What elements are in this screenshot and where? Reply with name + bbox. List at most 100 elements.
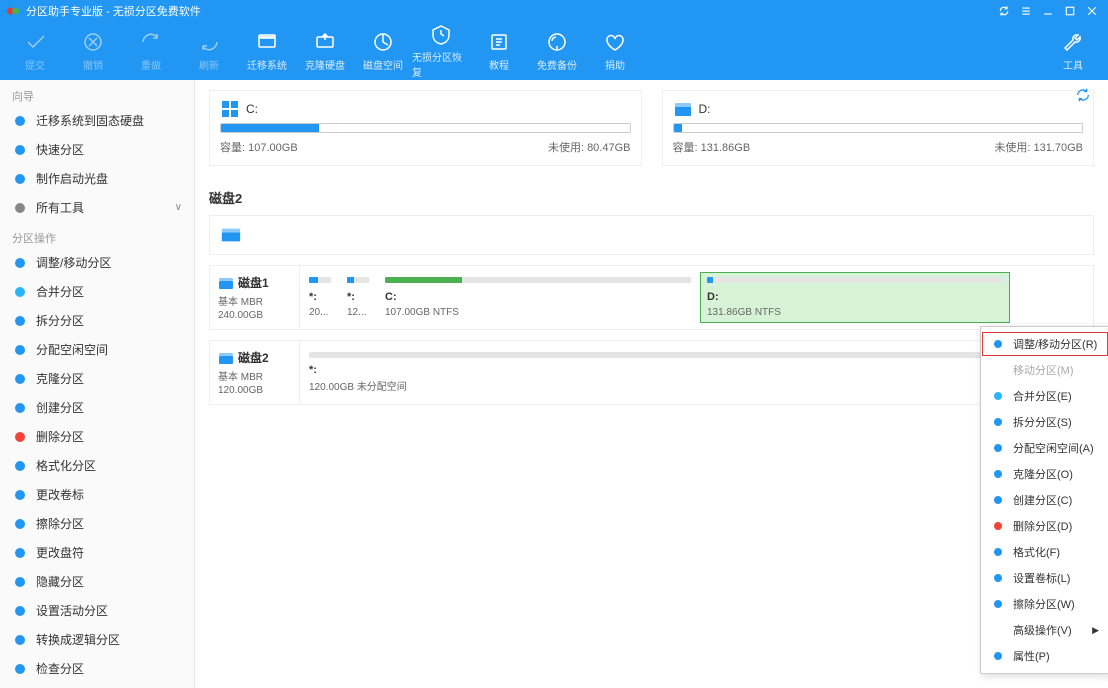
sidebar-item-bootdisc[interactable]: 制作启动光盘 xyxy=(0,164,194,193)
toolbar-recover[interactable]: 无损分区恢复 xyxy=(412,22,470,80)
create-icon xyxy=(991,493,1005,507)
create-icon xyxy=(12,400,28,416)
sidebar-item-allocate[interactable]: 分配空闲空间 xyxy=(0,335,194,364)
split-icon xyxy=(991,415,1005,429)
ctx-label: 拆分分区(S) xyxy=(1013,414,1072,430)
sidebar-item-convert[interactable]: 转换成逻辑分区 xyxy=(0,625,194,654)
sidebar-item-merge[interactable]: 合并分区 xyxy=(0,277,194,306)
ctx-prop[interactable]: 属性(P) xyxy=(981,643,1108,669)
minimize-icon[interactable] xyxy=(1038,1,1058,21)
sidebar-item-check[interactable]: 检查分区 xyxy=(0,654,194,683)
ctx-label[interactable]: 设置卷标(L) xyxy=(981,565,1108,591)
sidebar-group: 向导 xyxy=(0,80,194,106)
sidebar-item-active[interactable]: 设置活动分区 xyxy=(0,596,194,625)
delete-icon xyxy=(991,519,1005,533)
partition[interactable]: *:120.00GB 未分配空间 xyxy=(302,347,1012,398)
sync-icon[interactable] xyxy=(994,1,1014,21)
toolbar-redo[interactable]: 重做 xyxy=(122,22,180,80)
disk-parts: *:20...*:12...C:107.00GB NTFSD:131.86GB … xyxy=(300,266,1093,329)
sidebar-item-wipe[interactable]: 擦除分区 xyxy=(0,509,194,538)
disk-info[interactable]: 磁盘1基本 MBR240.00GB xyxy=(210,266,300,329)
disk-parts: *:120.00GB 未分配空间 xyxy=(300,341,1093,404)
sidebar-item-label: 创建分区 xyxy=(36,399,84,416)
disk-info[interactable]: 磁盘2基本 MBR120.00GB xyxy=(210,341,300,404)
ctx-merge[interactable]: 合并分区(E) xyxy=(981,383,1108,409)
sidebar-item-label: 格式化分区 xyxy=(36,457,96,474)
ctx-split[interactable]: 拆分分区(S) xyxy=(981,409,1108,435)
partition-size: 131.86GB NTFS xyxy=(707,307,1003,318)
toolbar-apply[interactable]: 提交 xyxy=(6,22,64,80)
ctx-resize[interactable]: 调整/移动分区(R) xyxy=(981,331,1108,357)
apply-icon xyxy=(24,31,46,53)
sidebar-item-migrate[interactable]: 迁移系统到固态硬盘 xyxy=(0,106,194,135)
sidebar-item-format[interactable]: 格式化分区 xyxy=(0,451,194,480)
ctx-clone[interactable]: 克隆分区(O) xyxy=(981,461,1108,487)
ctx-label: 擦除分区(W) xyxy=(1013,596,1075,612)
drive-card[interactable]: C: 容量: 107.00GB未使用: 80.47GB xyxy=(209,90,642,166)
toolbar-refresh[interactable]: 刷新 xyxy=(180,22,238,80)
toolbar-clone[interactable]: 克隆硬盘 xyxy=(296,22,354,80)
sidebar-item-create[interactable]: 创建分区 xyxy=(0,393,194,422)
sidebar-item-label: 擦除分区 xyxy=(36,515,84,532)
sidebar-item-label: 快速分区 xyxy=(36,141,84,158)
adv-icon xyxy=(991,623,1005,637)
hide-icon xyxy=(12,574,28,590)
ctx-label: 创建分区(C) xyxy=(1013,492,1072,508)
sidebar-item-label: 迁移系统到固态硬盘 xyxy=(36,112,144,129)
donate-icon xyxy=(604,31,626,53)
drive-card[interactable]: D: 容量: 131.86GB未使用: 131.70GB xyxy=(662,90,1095,166)
check-icon xyxy=(12,661,28,677)
toolbar-diskspace[interactable]: 磁盘空间 xyxy=(354,22,412,80)
toolbar-sysmig[interactable]: 迁移系统 xyxy=(238,22,296,80)
disk-size: 240.00GB xyxy=(218,310,295,321)
toolbar-label: 捐助 xyxy=(605,57,625,72)
ctx-allocate[interactable]: 分配空闲空间(A) xyxy=(981,435,1108,461)
sidebar-item-delete[interactable]: 删除分区 xyxy=(0,422,194,451)
ctx-create[interactable]: 创建分区(C) xyxy=(981,487,1108,513)
sidebar-item-changeletter[interactable]: 更改盘符 xyxy=(0,538,194,567)
sidebar-item-resize[interactable]: 调整/移动分区 xyxy=(0,248,194,277)
toolbar-donate[interactable]: 捐助 xyxy=(586,22,644,80)
ctx-label: 移动分区(M) xyxy=(1013,362,1074,378)
sidebar-item-split[interactable]: 拆分分区 xyxy=(0,306,194,335)
resize-icon xyxy=(12,255,28,271)
ctx-label: 克隆分区(O) xyxy=(1013,466,1073,482)
toolbar-tools[interactable]: 工具 xyxy=(1044,22,1102,80)
label-icon xyxy=(991,571,1005,585)
sidebar-item-label: 制作启动光盘 xyxy=(36,170,108,187)
capacity-label: 容量: 107.00GB xyxy=(220,139,298,155)
menu-icon[interactable] xyxy=(1016,1,1036,21)
toolbar-freespace[interactable]: 免费备份 xyxy=(528,22,586,80)
ctx-label: 格式化(F) xyxy=(1013,544,1060,560)
toolbar-label: 刷新 xyxy=(199,57,219,72)
refresh-button[interactable] xyxy=(1074,86,1094,106)
partition[interactable]: D:131.86GB NTFS xyxy=(700,272,1010,323)
disk-size: 120.00GB xyxy=(218,385,295,396)
sidebar-item-clonepart[interactable]: 克隆分区 xyxy=(0,364,194,393)
small-drive-row[interactable] xyxy=(209,215,1094,255)
sysmig-icon xyxy=(256,31,278,53)
ctx-delete[interactable]: 删除分区(D) xyxy=(981,513,1108,539)
sidebar-item-changelabel[interactable]: 更改卷标 xyxy=(0,480,194,509)
drive-cards: C: 容量: 107.00GB未使用: 80.47GB D: 容量: 131.8… xyxy=(209,90,1094,166)
refresh-icon xyxy=(198,31,220,53)
toolbar-tutorial[interactable]: 教程 xyxy=(470,22,528,80)
close-icon[interactable] xyxy=(1082,1,1102,21)
partition[interactable]: *:20... xyxy=(302,272,338,323)
toolbar-undo[interactable]: 撤销 xyxy=(64,22,122,80)
ctx-format[interactable]: 格式化(F) xyxy=(981,539,1108,565)
sidebar-item-freshpart[interactable]: 快速分区 xyxy=(0,135,194,164)
sidebar-item-hide[interactable]: 隐藏分区 xyxy=(0,567,194,596)
ctx-wipe[interactable]: 擦除分区(W) xyxy=(981,591,1108,617)
partition[interactable]: *:12... xyxy=(340,272,376,323)
maximize-icon[interactable] xyxy=(1060,1,1080,21)
convert-icon xyxy=(12,632,28,648)
sidebar-item-more[interactable]: 更多分区操作∨ xyxy=(0,683,194,688)
ctx-label: 合并分区(E) xyxy=(1013,388,1072,404)
app-title: 分区助手专业版 - 无损分区免费软件 xyxy=(26,3,201,19)
sidebar-item-alltools[interactable]: 所有工具∨ xyxy=(0,193,194,222)
partition[interactable]: C:107.00GB NTFS xyxy=(378,272,698,323)
ctx-adv[interactable]: 高级操作(V)▶ xyxy=(981,617,1108,643)
sidebar-item-label: 拆分分区 xyxy=(36,312,84,329)
context-menu: 调整/移动分区(R) 移动分区(M) 合并分区(E) 拆分分区(S) 分配空闲空间(A)… xyxy=(980,326,1108,674)
